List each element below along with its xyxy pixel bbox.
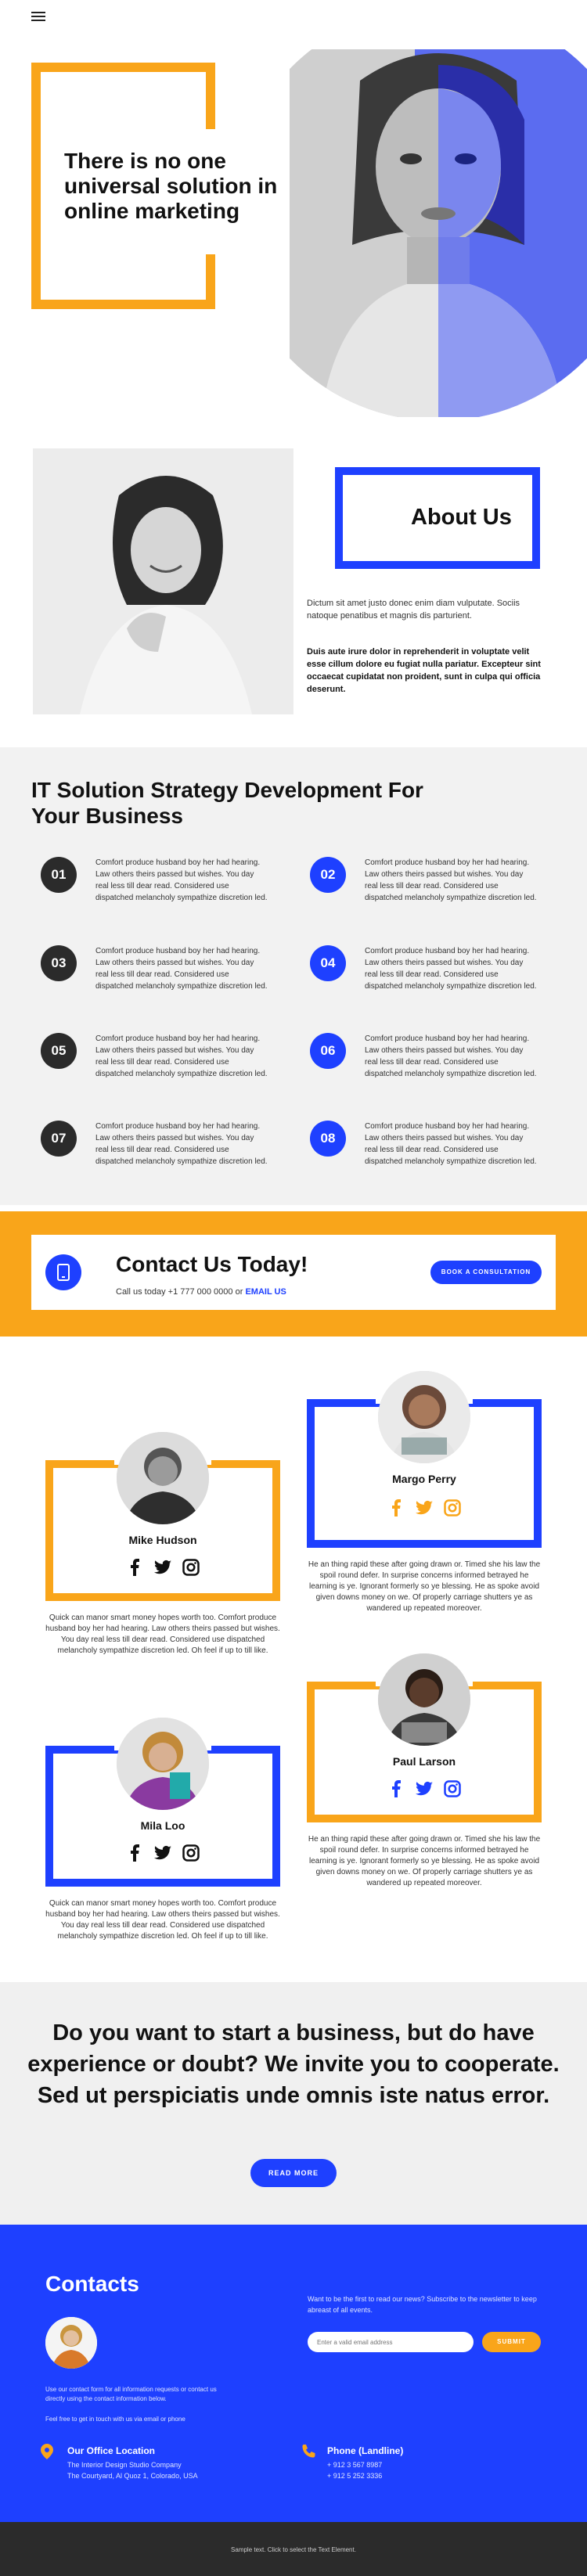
social-links	[387, 1499, 461, 1516]
about-section: About Us Dictum sit amet justo donec eni…	[0, 419, 587, 736]
about-paragraph-bold: Duis aute irure dolor in reprehenderit i…	[307, 647, 541, 694]
step-text: Comfort produce husband boy her had hear…	[365, 1034, 537, 1078]
email-us-link[interactable]: EMAIL US	[245, 1287, 286, 1297]
step-text: Comfort produce husband boy her had hear…	[95, 1122, 268, 1166]
footer-text: Sample text. Click to select the Text El…	[231, 2546, 356, 2553]
twitter-icon[interactable]	[154, 1844, 171, 1862]
facebook-icon[interactable]	[387, 1499, 405, 1516]
mobile-phone-icon	[45, 1254, 81, 1290]
step-item: 08 Comfort produce husband boy her had h…	[310, 1121, 537, 1183]
member-bio: He an thing rapid these after going draw…	[308, 1560, 541, 1613]
step-item: 02 Comfort produce husband boy her had h…	[310, 857, 537, 919]
twitter-icon[interactable]	[416, 1780, 433, 1797]
office-line: The Interior Design Studio Company	[67, 2461, 182, 2469]
contact-note: Use our contact form for all information…	[45, 2386, 217, 2402]
member-bio: Quick can manor smart money hopes worth …	[45, 1899, 280, 1941]
step-text: Comfort produce husband boy her had hear…	[365, 947, 537, 991]
instagram-icon[interactable]	[182, 1559, 200, 1576]
twitter-icon[interactable]	[154, 1559, 171, 1576]
social-links	[126, 1844, 200, 1862]
twitter-icon[interactable]	[416, 1499, 433, 1516]
step-text: Comfort produce husband boy her had hear…	[365, 858, 537, 902]
step-item: 04 Comfort produce husband boy her had h…	[310, 945, 537, 1008]
office-line: The Courtyard, Al Quoz 1, Colorado, USA	[67, 2472, 198, 2480]
invite-heading: Do you want to start a business, but do …	[27, 2020, 560, 2108]
contact-banner-subtitle: Call us today +1 777 000 0000 or EMAIL U…	[116, 1287, 286, 1297]
office-title: Our Office Location	[67, 2445, 156, 2456]
instagram-icon[interactable]	[444, 1499, 461, 1516]
phone-line: + 912 3 567 8987	[327, 2461, 383, 2469]
step-number: 08	[310, 1121, 346, 1157]
social-links	[387, 1780, 461, 1797]
step-item: 05 Comfort produce husband boy her had h…	[41, 1033, 268, 1096]
facebook-icon[interactable]	[126, 1844, 143, 1862]
step-text: Comfort produce husband boy her had hear…	[365, 1122, 537, 1166]
hero-portrait-image	[290, 49, 587, 417]
step-text: Comfort produce husband boy her had hear…	[95, 858, 268, 902]
email-field[interactable]	[308, 2332, 474, 2352]
step-item: 03 Comfort produce husband boy her had h…	[41, 945, 268, 1008]
contact-banner-box: Contact Us Today! Call us today +1 777 0…	[31, 1235, 556, 1310]
avatar	[45, 2317, 97, 2369]
about-woman-photo	[33, 448, 294, 714]
step-item: 07 Comfort produce husband boy her had h…	[41, 1121, 268, 1183]
member-name: Paul Larson	[392, 1755, 456, 1768]
member-name: Mike Hudson	[128, 1534, 197, 1546]
step-text: Comfort produce husband boy her had hear…	[95, 947, 268, 991]
read-more-button[interactable]: READ MORE	[250, 2159, 337, 2187]
step-number: 03	[41, 945, 77, 981]
member-bio: He an thing rapid these after going draw…	[308, 1835, 541, 1887]
facebook-icon[interactable]	[126, 1559, 143, 1576]
contacts-section: Contacts Use our contact form for all in…	[0, 2225, 587, 2522]
social-links	[126, 1559, 200, 1576]
step-item: 01 Comfort produce husband boy her had h…	[41, 857, 268, 919]
member-name: Mila Loo	[140, 1819, 185, 1832]
step-number: 05	[41, 1033, 77, 1069]
team-section: Margo Perry He an thing rapid these afte…	[0, 1337, 587, 1982]
step-item: 06 Comfort produce husband boy her had h…	[310, 1033, 537, 1096]
newsletter-text: Want to be the first to read our news? S…	[308, 2295, 537, 2314]
submit-button[interactable]: SUBMIT	[482, 2332, 541, 2352]
book-consultation-button[interactable]: BOOK A CONSULTATION	[430, 1261, 542, 1284]
hero-section: There is no one universal solution in on…	[0, 35, 587, 419]
invite-section: Do you want to start a business, but do …	[0, 1982, 587, 2225]
map-pin-icon	[41, 2444, 53, 2463]
step-number: 02	[310, 857, 346, 893]
contacts-title: Contacts	[45, 2272, 139, 2296]
hero-title: There is no one universal solution in on…	[64, 149, 278, 223]
step-number: 01	[41, 857, 77, 893]
member-name: Margo Perry	[392, 1473, 456, 1485]
about-paragraph: Dictum sit amet justo donec enim diam vu…	[307, 599, 520, 621]
avatar	[117, 1718, 209, 1810]
page: There is no one universal solution in on…	[0, 0, 587, 2576]
avatar	[378, 1653, 470, 1746]
facebook-icon[interactable]	[387, 1780, 405, 1797]
phone-title: Phone (Landline)	[327, 2445, 404, 2456]
avatar	[117, 1432, 209, 1524]
instagram-icon[interactable]	[444, 1780, 461, 1797]
avatar	[378, 1371, 470, 1463]
step-number: 06	[310, 1033, 346, 1069]
hamburger-menu-icon[interactable]	[30, 9, 47, 27]
about-title: About Us	[411, 505, 512, 530]
step-number: 07	[41, 1121, 77, 1157]
step-number: 04	[310, 945, 346, 981]
contact-banner-title: Contact Us Today!	[116, 1252, 308, 1276]
footer: Sample text. Click to select the Text El…	[0, 2522, 587, 2576]
phone-icon	[301, 2444, 316, 2463]
member-bio: Quick can manor smart money hopes worth …	[45, 1614, 280, 1655]
step-text: Comfort produce husband boy her had hear…	[95, 1034, 268, 1078]
contact-banner: Contact Us Today! Call us today +1 777 0…	[0, 1211, 587, 1337]
contact-note: Feel free to get in touch with us via em…	[45, 2416, 185, 2423]
phone-line: + 912 5 252 3336	[327, 2472, 383, 2480]
strategy-section: IT Solution Strategy Development For You…	[0, 747, 587, 1205]
instagram-icon[interactable]	[182, 1844, 200, 1862]
strategy-title: IT Solution Strategy Development For You…	[31, 778, 423, 828]
